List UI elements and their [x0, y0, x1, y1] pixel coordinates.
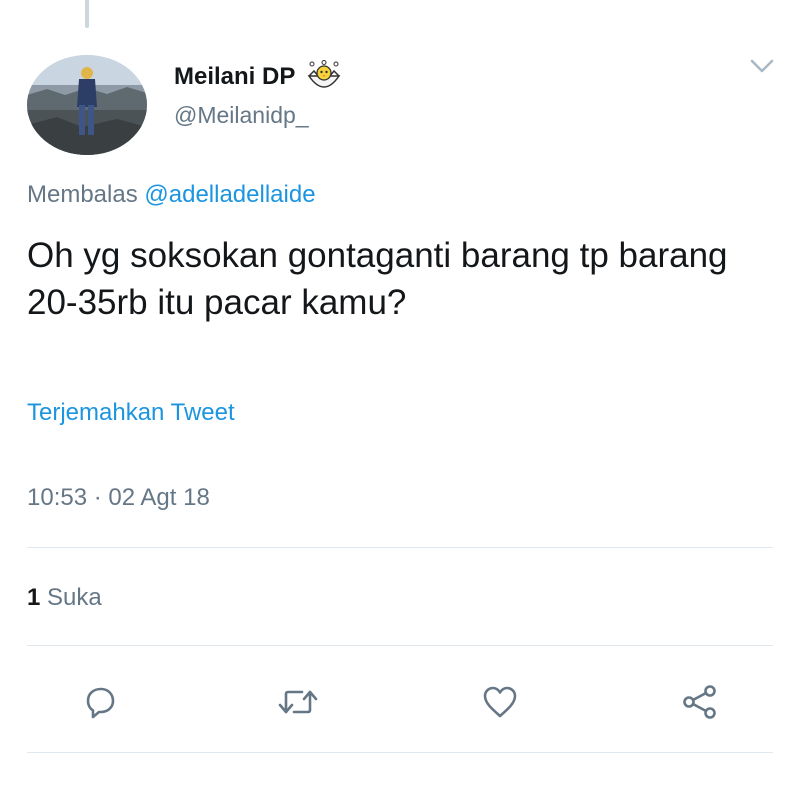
likes-summary[interactable]: 1 Suka [27, 584, 102, 612]
avatar-photo [27, 55, 147, 155]
hatching-chick-emoji-icon [305, 60, 343, 94]
divider [27, 752, 773, 753]
likes-count: 1 [27, 584, 41, 611]
reply-button[interactable] [78, 680, 122, 724]
display-name[interactable]: Meilani DP [174, 63, 295, 91]
retweet-button[interactable] [276, 680, 320, 724]
retweet-icon [278, 690, 318, 714]
divider [27, 547, 773, 548]
share-icon [683, 685, 716, 719]
author-handle[interactable]: @Meilanidp_ [174, 102, 309, 129]
reply-to-handle-link[interactable]: @adelladellaide [144, 181, 315, 208]
chevron-down-icon[interactable] [748, 55, 776, 77]
like-icon [483, 686, 517, 718]
like-button[interactable] [478, 680, 522, 724]
thread-connector-line [85, 0, 89, 28]
divider [27, 645, 773, 646]
avatar[interactable] [27, 55, 147, 155]
tweet-text: Oh yg soksokan gontaganti barang tp bara… [27, 236, 728, 322]
reply-icon [86, 687, 115, 719]
reply-prefix: Membalas [27, 181, 138, 208]
author-name-row[interactable]: Meilani DP [174, 60, 343, 94]
share-button[interactable] [678, 680, 722, 724]
translate-tweet-link[interactable]: Terjemahkan Tweet [27, 399, 235, 427]
tweet-detail: Meilani DP @Meilanidp_ Membalas @adellad… [0, 0, 800, 800]
tweet-timestamp: 10:53 · 02 Agt 18 [27, 484, 210, 511]
reply-context: Membalas @adelladellaide [27, 181, 316, 209]
likes-label: Suka [47, 584, 102, 611]
